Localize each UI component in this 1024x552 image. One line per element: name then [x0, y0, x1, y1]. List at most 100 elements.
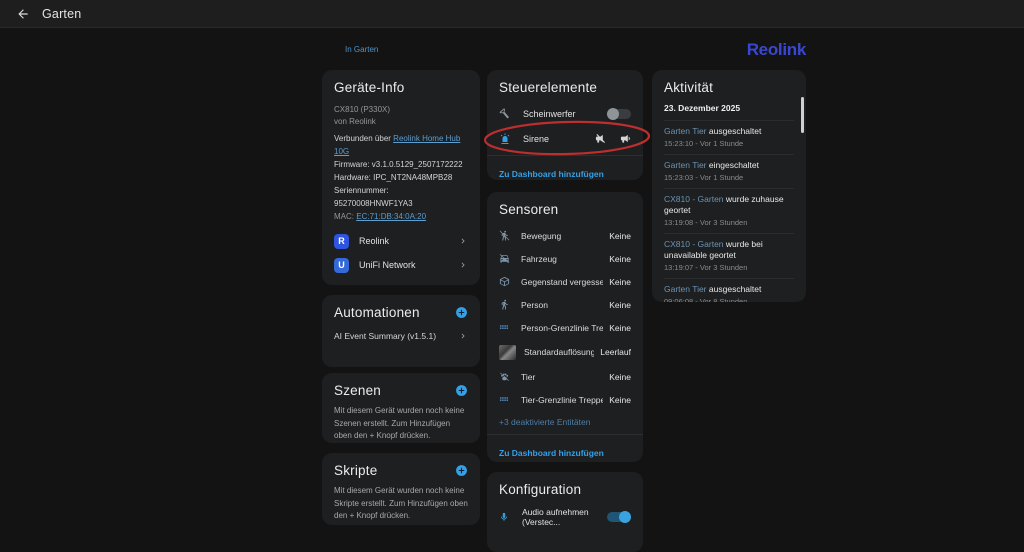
- log-time: 13:19:07 - Vor 3 Stunden: [664, 263, 794, 272]
- automation-name: AI Event Summary (v1.5.1): [334, 331, 458, 341]
- chevron-right-icon: [458, 331, 468, 341]
- back-arrow-icon[interactable]: [16, 7, 30, 21]
- scripts-card: Skripte Mit diesem Gerät wurden noch kei…: [322, 453, 480, 525]
- spotlight-toggle[interactable]: [607, 109, 631, 119]
- disabled-entities-link[interactable]: +3 deaktivierte Entitäten: [499, 417, 631, 427]
- sensors-card: Sensoren Bewegung Keine Fahrzeug Keine G…: [487, 192, 643, 462]
- chevron-right-icon: [458, 260, 468, 270]
- sensor-row[interactable]: Gegenstand vergessen Rasen Keine: [499, 270, 631, 293]
- sensor-value: Keine: [609, 300, 631, 310]
- activity-scrollbar[interactable]: [801, 97, 804, 133]
- camera-thumbnail: [499, 345, 516, 360]
- device-serial: Seriennummer: 95270008HNWF1YA3: [334, 184, 468, 210]
- mac-link[interactable]: EC:71:DB:34:0A:20: [356, 212, 426, 221]
- spotlight-row: Scheinwerfer: [499, 101, 631, 126]
- scripts-title: Skripte: [334, 463, 377, 478]
- activity-date-header: 23. Dezember 2025: [664, 95, 794, 120]
- area-link[interactable]: In Garten: [345, 45, 378, 54]
- device-hardware: Hardware: IPC_NT2NA48MPB28: [334, 171, 468, 184]
- connected-via-label: Verbunden über: [334, 134, 393, 143]
- siren-on-button[interactable]: [620, 133, 631, 144]
- person-icon: [499, 299, 510, 310]
- chevron-right-icon: [458, 236, 468, 246]
- package-icon: [499, 276, 510, 287]
- fence-icon: [499, 394, 510, 405]
- controls-title: Steuerelemente: [499, 80, 631, 95]
- fence-icon: [499, 322, 510, 333]
- animal-off-icon: [499, 371, 510, 382]
- log-entity-link[interactable]: Garten Tier: [664, 284, 707, 294]
- log-entity-link[interactable]: Garten Tier: [664, 160, 707, 170]
- automations-title: Automationen: [334, 305, 420, 320]
- sensor-value: Keine: [609, 395, 631, 405]
- controls-add-to-dashboard-link[interactable]: Zu Dashboard hinzufügen: [499, 169, 604, 179]
- siren-label: Sirene: [523, 134, 581, 144]
- sensor-row[interactable]: Bewegung Keine: [499, 224, 631, 247]
- sensor-label: Fahrzeug: [521, 254, 603, 264]
- motion-off-icon: [499, 230, 510, 241]
- log-entry: Garten Tier ausgeschaltet 09:06:08 - Vor…: [664, 278, 794, 302]
- record-audio-toggle[interactable]: [607, 512, 631, 522]
- device-firmware: Firmware: v3.1.0.5129_2507172222: [334, 158, 468, 171]
- sensor-row[interactable]: Tier Keine: [499, 365, 631, 388]
- add-automation-button[interactable]: [455, 306, 468, 319]
- unifi-integration-icon: U: [334, 258, 349, 273]
- log-time: 15:23:03 - Vor 1 Stunde: [664, 173, 794, 182]
- record-audio-label: Audio aufnehmen (Verstec...: [522, 507, 607, 527]
- log-entity-link[interactable]: Garten Tier: [664, 126, 707, 136]
- sensor-label: Tier: [521, 372, 603, 382]
- device-model: CX810 (P330X): [334, 104, 468, 116]
- sensor-row[interactable]: Tier-Grenzlinie Treppe Keine: [499, 388, 631, 411]
- integration-row-unifi[interactable]: U UniFi Network: [334, 253, 468, 277]
- configuration-card: Konfiguration Audio aufnehmen (Verstec..…: [487, 472, 643, 552]
- log-action: ausgeschaltet: [709, 126, 761, 136]
- log-action: eingeschaltet: [709, 160, 759, 170]
- siren-row: Sirene: [499, 126, 631, 151]
- flashlight-icon: [497, 105, 514, 122]
- sensor-row[interactable]: Person Keine: [499, 293, 631, 316]
- record-audio-row: Audio aufnehmen (Verstec...: [499, 504, 631, 529]
- siren-off-button[interactable]: [595, 133, 606, 144]
- add-scene-button[interactable]: [455, 384, 468, 397]
- log-time: 13:19:08 - Vor 3 Stunden: [664, 218, 794, 227]
- spotlight-label: Scheinwerfer: [523, 109, 607, 119]
- sensor-value: Keine: [609, 277, 631, 287]
- sensors-add-to-dashboard-link[interactable]: Zu Dashboard hinzufügen: [499, 448, 604, 458]
- automation-row[interactable]: AI Event Summary (v1.5.1): [334, 325, 468, 347]
- mac-label: MAC:: [334, 212, 356, 221]
- siren-icon: [499, 133, 511, 145]
- device-info-title: Geräte-Info: [334, 80, 468, 95]
- log-entity-link[interactable]: CX810 - Garten: [664, 239, 724, 249]
- sensor-label: Tier-Grenzlinie Treppe: [521, 395, 603, 405]
- sensor-label: Gegenstand vergessen Rasen: [521, 277, 603, 287]
- sensor-value: Keine: [609, 323, 631, 333]
- automations-card: Automationen AI Event Summary (v1.5.1): [322, 295, 480, 367]
- sensor-value: Keine: [609, 372, 631, 382]
- app-top-bar: Garten: [0, 0, 1024, 28]
- sensor-value: Keine: [609, 231, 631, 241]
- activity-card: Aktivität 23. Dezember 2025 Garten Tier …: [652, 70, 806, 302]
- sensor-label: Bewegung: [521, 231, 603, 241]
- integration-name: UniFi Network: [359, 260, 458, 270]
- sensor-label: Person-Grenzlinie Treppe: [521, 323, 603, 333]
- reolink-logo: Reolink: [652, 40, 806, 60]
- reolink-integration-icon: R: [334, 234, 349, 249]
- sensor-label: Person: [521, 300, 603, 310]
- activity-title: Aktivität: [664, 80, 794, 95]
- sensor-row[interactable]: Standardauflösung Leerlauf: [499, 339, 631, 365]
- log-time: 15:23:10 - Vor 1 Stunde: [664, 139, 794, 148]
- log-entity-link[interactable]: CX810 - Garten: [664, 194, 724, 204]
- log-entry: Garten Tier ausgeschaltet 15:23:10 - Vor…: [664, 120, 794, 154]
- car-off-icon: [499, 253, 510, 264]
- sensors-title: Sensoren: [499, 202, 631, 217]
- log-entry: CX810 - Garten wurde bei unavailable geo…: [664, 233, 794, 278]
- sensor-row[interactable]: Fahrzeug Keine: [499, 247, 631, 270]
- log-entry: Garten Tier eingeschaltet 15:23:03 - Vor…: [664, 154, 794, 188]
- sensor-value: Keine: [609, 254, 631, 264]
- add-script-button[interactable]: [455, 464, 468, 477]
- sensor-row[interactable]: Person-Grenzlinie Treppe Keine: [499, 316, 631, 339]
- sensor-label: Standardauflösung: [524, 347, 594, 357]
- scenes-card: Szenen Mit diesem Gerät wurden noch kein…: [322, 373, 480, 443]
- integration-row-reolink[interactable]: R Reolink: [334, 229, 468, 253]
- device-info-card: Geräte-Info CX810 (P330X) von Reolink Ve…: [322, 70, 480, 285]
